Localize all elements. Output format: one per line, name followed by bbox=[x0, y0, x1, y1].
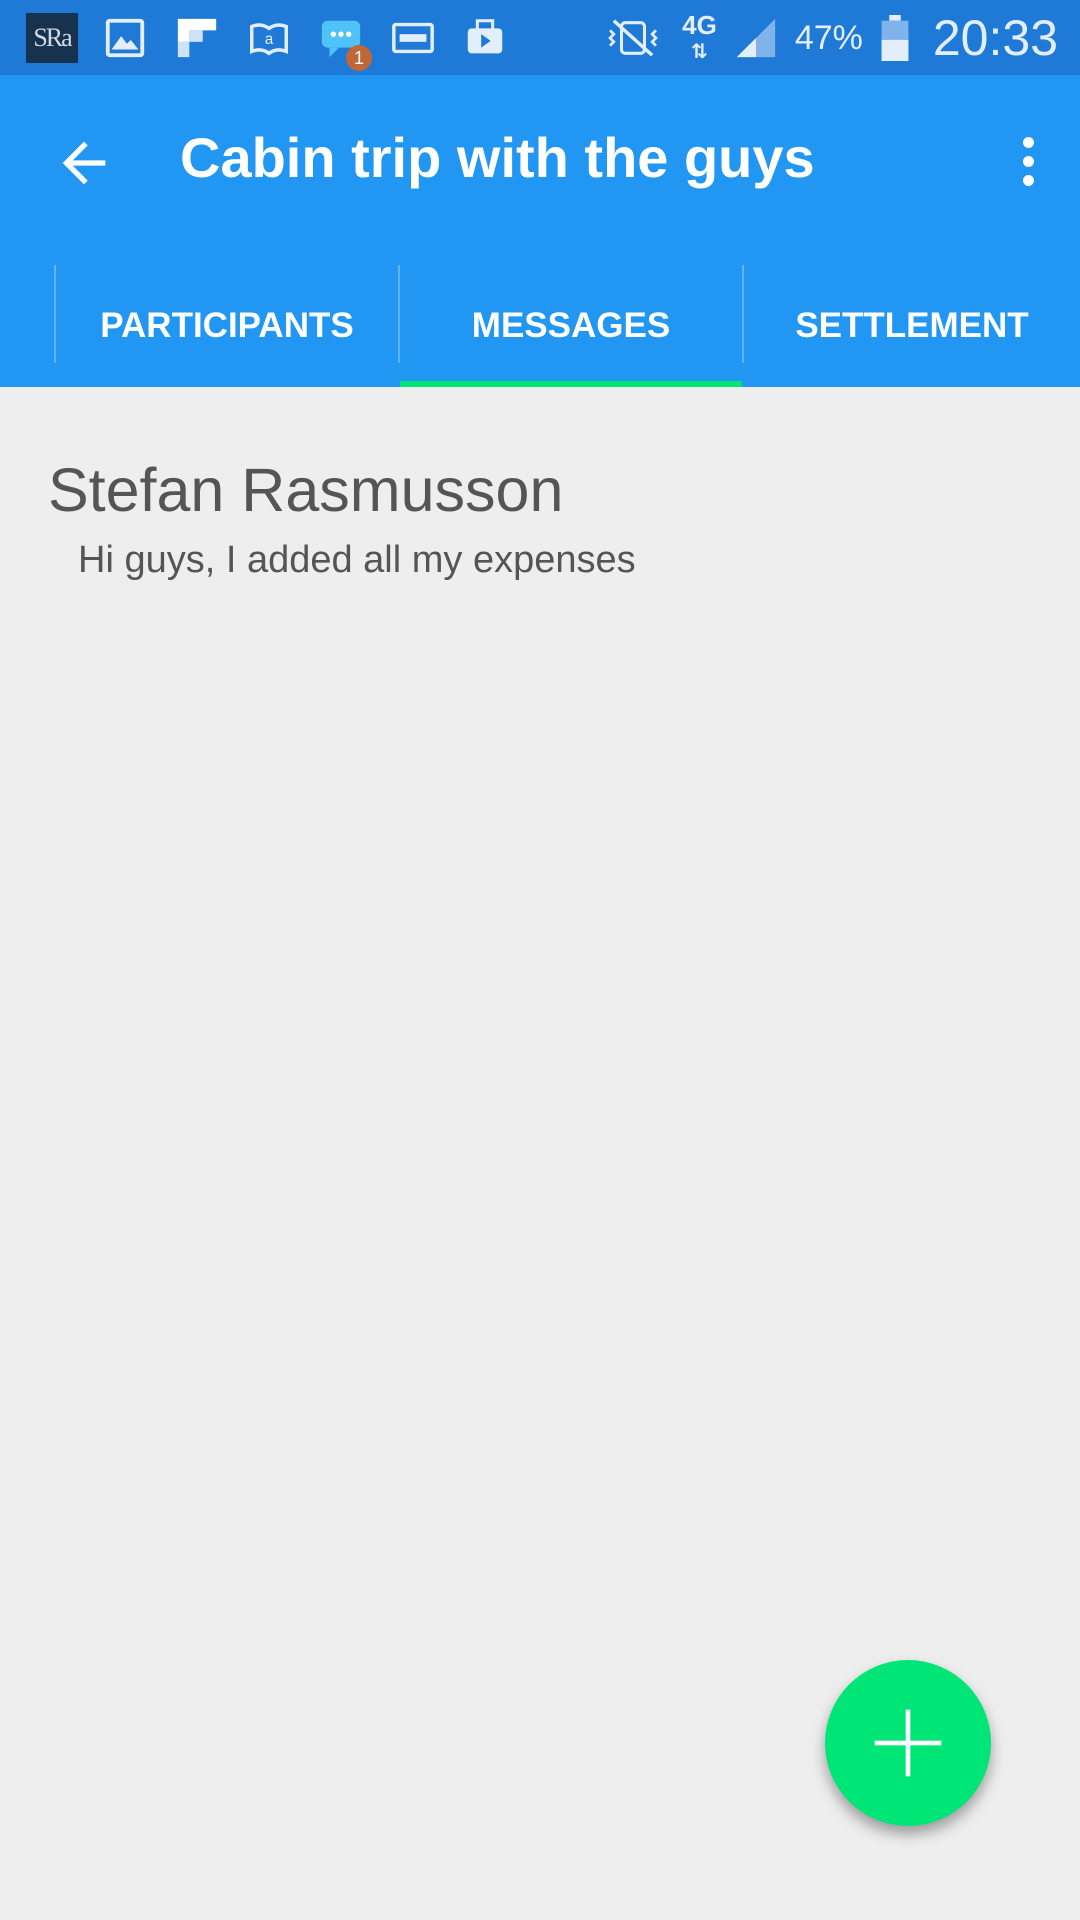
gallery-icon bbox=[100, 13, 150, 63]
more-vert-dot bbox=[1022, 174, 1034, 186]
back-button[interactable] bbox=[52, 131, 116, 195]
message-item[interactable]: Stefan Rasmusson Hi guys, I added all my… bbox=[48, 455, 636, 582]
message-author: Stefan Rasmusson bbox=[48, 456, 564, 524]
flipboard-icon bbox=[172, 13, 222, 63]
sr-app-icon: SRa bbox=[26, 13, 78, 63]
tab-divider bbox=[742, 265, 744, 363]
arrow-left-icon bbox=[62, 141, 106, 185]
tab-messages[interactable]: MESSAGES bbox=[400, 265, 742, 387]
status-bar: SRa a 1 4G ⇅ 47% 20:33 bbox=[0, 0, 1080, 75]
tab-settlement[interactable]: SETTLEMENT bbox=[744, 265, 1080, 387]
tab-divider bbox=[54, 265, 56, 363]
page-title: Cabin trip with the guys bbox=[180, 126, 815, 189]
more-vert-dot bbox=[1022, 155, 1034, 167]
clock: 20:33 bbox=[932, 10, 1058, 66]
amazon-kindle-icon: a bbox=[244, 13, 294, 63]
add-message-button[interactable] bbox=[825, 1660, 991, 1826]
battery-icon bbox=[877, 13, 913, 63]
tab-participants[interactable]: PARTICIPANTS bbox=[56, 265, 398, 387]
svg-text:a: a bbox=[265, 31, 274, 48]
network-type: 4G ⇅ bbox=[682, 9, 717, 63]
signal-icon bbox=[731, 13, 781, 63]
notification-icons: SRa a 1 bbox=[26, 12, 510, 71]
app-bar: Cabin trip with the guys PARTICIPANTS ME… bbox=[0, 75, 1080, 387]
message-text: Hi guys, I added all my expenses bbox=[78, 539, 636, 581]
chat-icon: 1 bbox=[316, 13, 372, 71]
notification-badge: 1 bbox=[346, 45, 372, 71]
tab-bar: PARTICIPANTS MESSAGES SETTLEMENT bbox=[0, 265, 1080, 387]
more-vert-icon bbox=[1022, 136, 1034, 148]
vibrate-off-icon bbox=[598, 13, 668, 63]
overflow-menu-button[interactable] bbox=[998, 127, 1058, 195]
battery-percent: 47% bbox=[794, 18, 863, 57]
system-indicators: 4G ⇅ 47% 20:33 bbox=[598, 8, 1058, 68]
selected-tab-indicator bbox=[400, 381, 742, 387]
video-bag-icon bbox=[460, 13, 510, 63]
tab-divider bbox=[398, 265, 400, 363]
ticket-icon bbox=[388, 13, 438, 63]
plus-icon bbox=[874, 1709, 942, 1777]
